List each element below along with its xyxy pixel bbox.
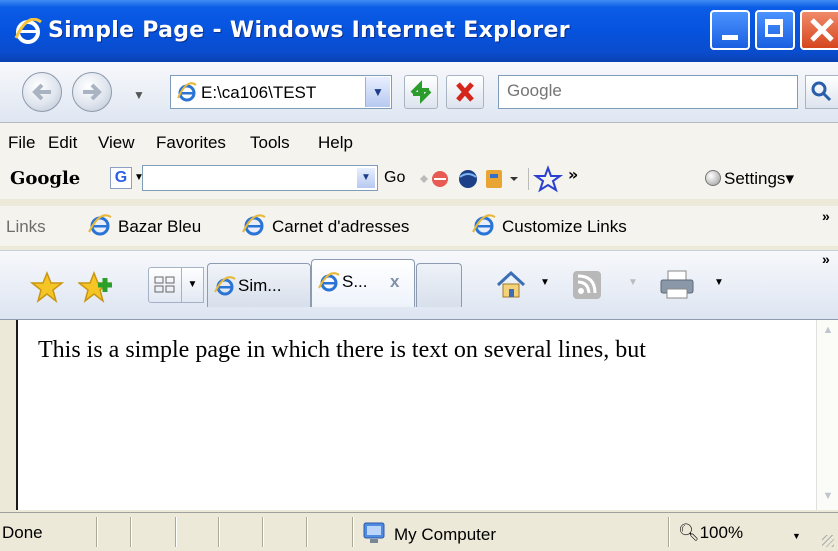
link-label: Customize Links [502,217,627,236]
link-bazar-bleu[interactable]: Bazar Bleu [88,214,201,237]
tab-label: S... [342,272,368,291]
google-logo: Google [10,168,81,189]
status-divider [218,517,219,547]
google-toolbar-icons[interactable]: » [418,165,648,193]
stop-icon [456,82,474,102]
ie-link-icon [88,214,112,236]
status-divider [262,517,263,547]
menu-favorites[interactable]: Favorites [156,133,226,153]
home-icon[interactable] [494,269,528,301]
link-label: Bazar Bleu [118,217,202,236]
status-divider [130,517,131,547]
favorites-center-star-icon[interactable] [30,271,64,303]
menu-bar: File Edit View Favorites Tools Help [0,123,838,159]
zoom-label: 100% [699,523,744,542]
maximize-button[interactable] [755,10,795,50]
minimize-button[interactable] [710,10,750,50]
zoom-icon: 🔍︎ [678,523,700,542]
search-input[interactable] [499,76,795,106]
menu-view[interactable]: View [98,133,135,153]
address-dropdown-button[interactable]: ▼ [365,77,390,107]
links-bar: Links Bazar Bleu Carnet d'adresses Custo… [0,206,838,246]
link-customize-links[interactable]: Customize Links [472,214,627,237]
ie-link-icon [472,214,496,236]
feeds-dropdown[interactable]: ▼ [628,277,638,288]
address-value: E:\ca106\TEST [201,83,317,102]
search-field[interactable] [498,75,798,109]
tab-simple-page-active[interactable]: S... x [311,259,415,307]
forward-arrow-icon [83,83,102,101]
ie-page-icon [177,82,197,102]
print-dropdown[interactable]: ▼ [714,277,724,288]
window-title: Simple Page - Windows Internet Explorer [48,18,570,43]
quick-tabs-icon [154,276,175,293]
google-search-dropdown[interactable]: ▼ [357,168,375,188]
ie-logo-icon [14,18,42,44]
address-toolbar: ▼ E:\ca106\TEST ▼ [0,62,838,123]
refresh-button[interactable] [404,75,438,109]
zoom-level[interactable]: 🔍︎100% [678,523,743,543]
tab-label: Sim... [238,276,282,295]
links-overflow-chevron[interactable]: » [822,208,830,224]
resize-grip[interactable] [822,535,834,547]
scroll-down-button[interactable]: ▼ [820,490,836,506]
back-button[interactable] [22,72,62,112]
status-divider [96,517,97,547]
title-bar: Simple Page - Windows Internet Explorer [0,0,838,62]
address-field[interactable]: E:\ca106\TEST ▼ [170,75,392,109]
quick-tabs-button[interactable] [148,267,182,303]
settings-icon [705,170,721,186]
print-icon[interactable] [658,269,696,301]
svg-text:»: » [568,165,578,184]
ie-tab-icon [318,272,340,292]
forward-button[interactable] [72,72,112,112]
google-toolbar: Google G ▼ ▼ Go » Settings▾ [0,159,838,199]
scroll-up-button[interactable]: ▲ [820,324,836,340]
command-bar-overflow-chevron[interactable]: » [822,251,830,267]
menu-file[interactable]: File [8,133,35,153]
back-arrow-icon [32,83,51,101]
zoom-dropdown[interactable]: ▼ [792,531,801,541]
tab-list-dropdown[interactable]: ▼ [182,267,204,303]
home-dropdown[interactable]: ▼ [540,277,550,288]
settings-label: Settings [724,169,786,188]
menu-tools[interactable]: Tools [250,133,290,153]
page-text: This is a simple page in which there is … [38,337,646,363]
status-divider [306,517,307,547]
google-menu-button[interactable]: G [110,167,132,189]
feeds-icon[interactable] [570,269,604,301]
menu-edit[interactable]: Edit [48,133,77,153]
google-go-button[interactable]: Go [384,169,405,187]
close-window-button[interactable] [800,10,838,50]
search-icon [811,81,832,102]
status-bar: Done My Computer 🔍︎100% ▼ [0,512,838,551]
link-carnet-adresses[interactable]: Carnet d'adresses [242,214,409,237]
status-divider [175,517,176,547]
tab-bar: ▼ Sim... S... x ▼ ▼ ▼ » [0,250,838,320]
close-icon [810,18,834,42]
status-divider [668,517,669,547]
google-settings-button[interactable]: Settings▾ [705,169,794,189]
tab-simple-page-1[interactable]: Sim... [207,263,311,307]
add-to-favorites-icon[interactable] [78,271,114,303]
menu-help[interactable]: Help [318,133,353,153]
new-tab-button[interactable] [416,263,462,307]
vertical-scrollbar[interactable]: ▲ ▼ [816,320,838,510]
search-button[interactable] [805,75,838,109]
my-computer-icon [363,522,385,543]
recent-pages-dropdown[interactable]: ▼ [133,88,145,102]
links-label: Links [6,217,46,236]
close-tab-button[interactable]: x [390,272,399,292]
status-text: Done [2,523,43,542]
google-search-field[interactable]: ▼ [142,165,378,191]
page-content: This is a simple page in which there is … [16,320,818,510]
link-label: Carnet d'adresses [272,217,410,236]
ie-tab-icon [214,276,236,296]
stop-button[interactable] [446,75,484,109]
refresh-icon [410,80,432,104]
ie-link-icon [242,214,266,236]
zone-label: My Computer [394,525,497,544]
security-zone[interactable]: My Computer [362,521,496,545]
status-divider [352,517,353,547]
